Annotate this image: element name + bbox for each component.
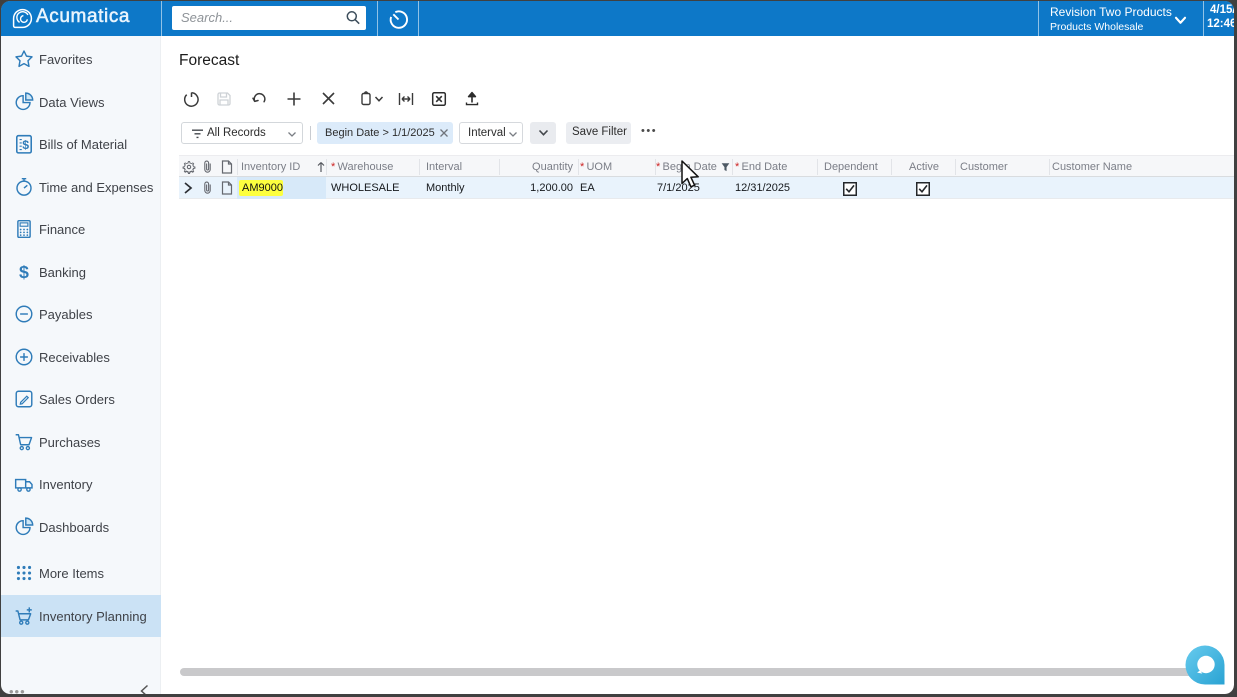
svg-text:$: $	[22, 138, 29, 152]
svg-text:$: $	[19, 262, 29, 282]
